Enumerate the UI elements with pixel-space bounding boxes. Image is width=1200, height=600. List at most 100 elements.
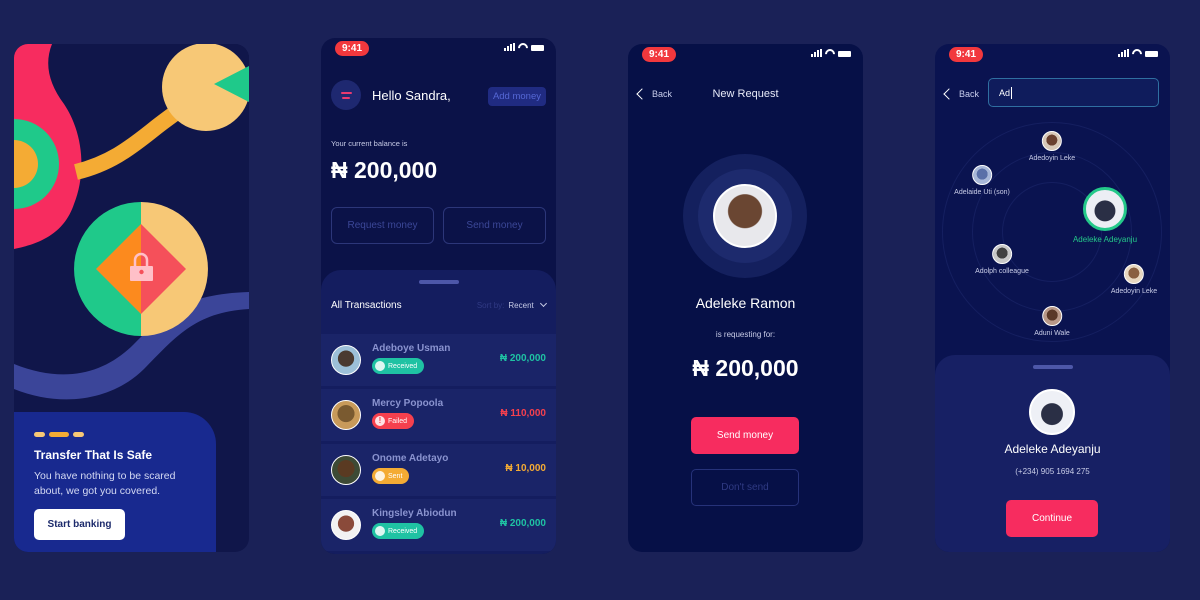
avatar — [1041, 131, 1062, 151]
wifi-icon — [825, 49, 835, 57]
back-button[interactable]: Back — [943, 88, 979, 100]
onboarding-title: Transfer That Is Safe — [34, 448, 153, 462]
transaction-name: Adeboye Usman — [372, 343, 451, 354]
status-bar: 9:41 — [935, 44, 1170, 66]
contact-name: Aduni Wale — [1034, 330, 1070, 337]
battery-icon — [531, 45, 544, 51]
signal-icon — [504, 43, 515, 51]
wifi-icon — [518, 43, 528, 51]
requester-name: Adeleke Ramon — [695, 295, 796, 311]
contact-item[interactable]: Aduni Wale — [1034, 306, 1070, 337]
contact-item[interactable]: Adolph colleague — [975, 244, 1029, 275]
avatar — [971, 165, 992, 185]
status-text: Sent — [388, 472, 403, 480]
request-amount: ₦ 200,000 — [692, 355, 799, 381]
contact-search-screen: 9:41 Back Ad Adedoyin Leke Adelaide Uti … — [935, 44, 1170, 552]
contact-item-selected[interactable]: Adeleke Adeyanju — [1073, 187, 1137, 244]
transaction-name: Kingsley Abiodun — [372, 508, 457, 519]
status-time: 9:41 — [335, 41, 370, 56]
avatar — [1123, 264, 1144, 284]
home-screen: 9:41 Hello Sandra, Add money Your curren… — [321, 38, 556, 554]
received-icon — [375, 526, 385, 536]
send-money-button[interactable]: Send money — [691, 417, 799, 454]
status-time: 9:41 — [642, 47, 677, 62]
status-bar: 9:41 — [321, 38, 556, 60]
drag-handle[interactable] — [1032, 365, 1073, 369]
transaction-name: Mercy Popoola — [372, 398, 444, 409]
transaction-amount: ₦ 200,000 — [499, 518, 546, 529]
status-text: Received — [388, 362, 418, 370]
status-text: Received — [388, 527, 418, 535]
transaction-row[interactable]: Mercy Popoola ! Failed ₦ 110,000 — [321, 389, 556, 441]
search-query: Ad — [999, 87, 1011, 98]
transactions-title: All Transactions — [331, 300, 402, 311]
new-request-screen: 9:41 Back New Request Adeleke Ramon is r… — [628, 44, 863, 552]
avatar — [331, 455, 361, 485]
selected-contact-avatar — [1029, 389, 1075, 435]
avatar — [331, 400, 361, 430]
contact-item[interactable]: Adedoyin Leke — [1111, 264, 1157, 295]
contact-item[interactable]: Adedoyin Leke — [1029, 131, 1075, 162]
transaction-row[interactable]: Adeboye Usman Received ₦ 200,000 — [321, 334, 556, 386]
start-banking-button[interactable]: Start banking — [34, 509, 125, 540]
send-money-button[interactable]: Send money — [443, 207, 546, 244]
battery-icon — [1145, 51, 1158, 57]
request-subtitle: is requesting for: — [715, 330, 776, 339]
transaction-row[interactable]: Kingsley Abiodun Received ₦ 200,000 — [321, 499, 556, 551]
sort-dropdown[interactable]: Sort by: Recent — [476, 299, 548, 310]
onboarding-screen: Transfer That Is Safe You have nothing t… — [14, 44, 249, 552]
sort-label: Sort by: — [476, 301, 505, 310]
drag-handle[interactable] — [418, 280, 459, 284]
chevron-down-icon — [539, 299, 548, 308]
avatar — [1083, 187, 1127, 231]
text-cursor — [1011, 86, 1013, 99]
transaction-name: Onome Adetayo — [372, 453, 449, 464]
status-badge: Received — [372, 358, 425, 374]
transaction-row[interactable]: Onome Adetayo Sent ₦ 10,000 — [321, 444, 556, 496]
avatar — [331, 345, 361, 375]
dont-send-button[interactable]: Don't send — [691, 469, 799, 506]
search-input[interactable]: Ad — [988, 78, 1159, 107]
battery-icon — [838, 51, 851, 57]
wifi-icon — [1132, 49, 1142, 57]
request-money-button[interactable]: Request money — [331, 207, 434, 244]
signal-icon — [1118, 49, 1129, 57]
sort-value: Recent — [508, 301, 534, 310]
transaction-amount: ₦ 10,000 — [505, 463, 546, 474]
page-title: New Request — [712, 88, 779, 100]
avatar — [1041, 306, 1062, 326]
status-bar: 9:41 — [628, 44, 863, 66]
chevron-left-icon — [943, 88, 955, 100]
balance-amount: ₦ 200,000 — [331, 157, 438, 183]
page-indicator — [34, 432, 196, 437]
onboarding-text: You have nothing to be scared about, we … — [34, 470, 176, 497]
contact-name: Adedoyin Leke — [1110, 288, 1158, 295]
signal-icon — [811, 49, 822, 57]
onboarding-card: Transfer That Is Safe You have nothing t… — [14, 412, 216, 552]
selected-contact-sheet: Adeleke Adeyanju (+234) 905 1694 275 Con… — [935, 355, 1170, 552]
onboarding-illustration — [14, 44, 249, 424]
transactions-sheet: All Transactions Sort by: Recent Adeboye … — [321, 270, 556, 554]
contact-name: Adeleke Adeyanju — [1072, 235, 1138, 244]
received-icon — [375, 361, 385, 371]
sent-icon — [375, 471, 385, 481]
contact-item[interactable]: Adelaide Uti (son) — [954, 165, 1010, 196]
status-text: Failed — [388, 417, 408, 425]
greeting: Hello Sandra, — [372, 88, 451, 103]
contact-name: Adedoyin Leke — [1028, 155, 1076, 162]
continue-button[interactable]: Continue — [1006, 500, 1098, 537]
selected-contact-phone: (+234) 905 1694 275 — [1015, 467, 1090, 476]
requester-avatar — [713, 184, 777, 248]
avatar-ring — [683, 154, 807, 278]
menu-button[interactable] — [331, 80, 361, 110]
status-badge: Sent — [372, 468, 410, 484]
contact-name: Adolph colleague — [975, 268, 1029, 275]
status-badge: ! Failed — [372, 413, 415, 429]
add-money-button[interactable]: Add money — [487, 87, 546, 106]
contact-name: Adelaide Uti (son) — [954, 189, 1010, 196]
selected-contact-name: Adeleke Adeyanju — [1004, 442, 1101, 456]
transaction-amount: ₦ 200,000 — [499, 353, 546, 364]
failed-icon: ! — [375, 416, 385, 426]
status-badge: Received — [372, 523, 425, 539]
avatar — [992, 244, 1012, 264]
